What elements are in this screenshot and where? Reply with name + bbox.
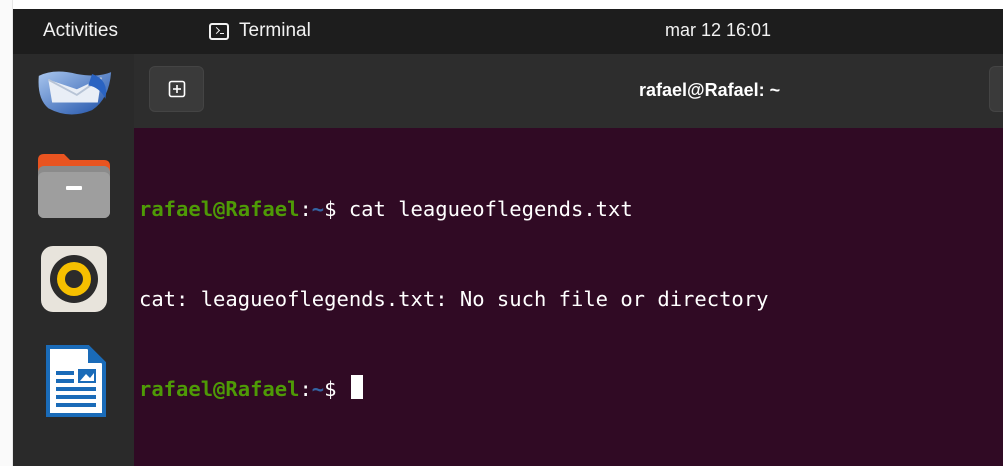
new-tab-icon bbox=[168, 80, 185, 98]
dock bbox=[13, 54, 134, 466]
prompt-symbol: $ bbox=[324, 377, 349, 401]
dock-item-libreoffice-writer[interactable] bbox=[35, 342, 113, 420]
prompt-symbol: $ bbox=[324, 197, 349, 221]
clock[interactable]: mar 12 16:01 bbox=[665, 20, 771, 41]
terminal-window: rafael@Rafael: ~ rafael@Rafael:~$ cat le… bbox=[134, 54, 1003, 466]
dock-item-files[interactable] bbox=[35, 146, 113, 224]
prompt-separator: : bbox=[299, 197, 312, 221]
command-text: cat leagueoflegends.txt bbox=[348, 197, 633, 221]
terminal-icon bbox=[209, 22, 229, 40]
terminal-line: rafael@Rafael:~$ bbox=[139, 374, 768, 404]
terminal-output[interactable]: rafael@Rafael:~$ cat leagueoflegends.txt… bbox=[139, 134, 768, 464]
prompt-path: ~ bbox=[311, 377, 325, 401]
libreoffice-writer-icon bbox=[46, 345, 106, 417]
menu-button[interactable] bbox=[989, 66, 1003, 112]
app-menu-label: Terminal bbox=[239, 20, 311, 41]
prompt-separator: : bbox=[299, 377, 312, 401]
prompt-user: rafael@Rafael bbox=[139, 377, 300, 401]
terminal-line: cat: leagueoflegends.txt: No such file o… bbox=[139, 284, 768, 314]
dock-item-rhythmbox[interactable] bbox=[35, 240, 113, 318]
command-output: cat: leagueoflegends.txt: No such file o… bbox=[139, 287, 769, 311]
dock-item-thunderbird[interactable] bbox=[35, 54, 113, 132]
files-icon bbox=[38, 154, 110, 218]
terminal-line: rafael@Rafael:~$ cat leagueoflegends.txt bbox=[139, 194, 768, 224]
desktop-screen: Activities Terminal mar 12 16:01 rafael@… bbox=[0, 0, 1003, 466]
prompt-user: rafael@Rafael bbox=[139, 197, 300, 221]
rhythmbox-icon bbox=[41, 246, 107, 312]
text-cursor bbox=[350, 375, 363, 399]
screen-edge bbox=[0, 0, 13, 466]
window-headerbar: rafael@Rafael: ~ bbox=[134, 54, 1003, 128]
app-menu[interactable]: Terminal bbox=[209, 20, 311, 42]
new-tab-button[interactable] bbox=[149, 66, 204, 112]
prompt-path: ~ bbox=[311, 197, 325, 221]
window-title: rafael@Rafael: ~ bbox=[639, 80, 781, 100]
activities-button[interactable]: Activities bbox=[43, 20, 118, 42]
thunderbird-icon bbox=[38, 71, 112, 115]
top-bar: Activities Terminal mar 12 16:01 bbox=[13, 9, 1003, 54]
